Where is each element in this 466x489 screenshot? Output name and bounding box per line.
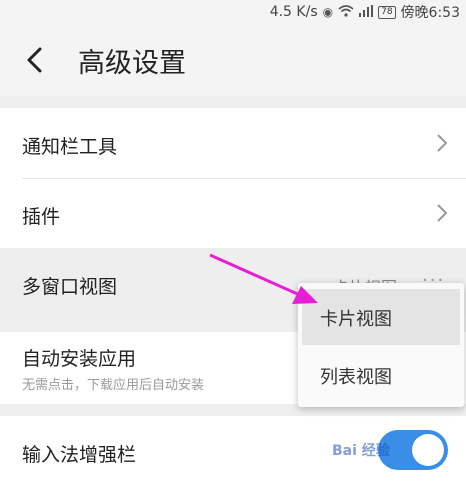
chevron-right-icon (437, 134, 448, 152)
setting-label: 输入法增强栏 (22, 444, 137, 466)
popup-menu: 卡片视图 列表视图 (298, 283, 464, 407)
setting-label: 多窗口视图 (22, 276, 118, 298)
clock: 傍晚6:53 (400, 5, 460, 21)
menu-item-list-view[interactable]: 列表视图 (302, 347, 460, 403)
setting-description: 无需点击，下载应用后自动安装 (22, 378, 205, 393)
menu-item-label: 列表视图 (320, 367, 392, 388)
setting-label: 自动安装应用 (22, 348, 137, 370)
setting-label: 插件 (22, 206, 61, 228)
status-bar: 4.5 K/s ◉ 78 傍晚6:53 (0, 0, 466, 24)
app-bar: 高级设置 (0, 24, 466, 96)
chevron-left-icon[interactable] (20, 44, 52, 76)
setting-notif-tools[interactable]: 通知栏工具 (0, 108, 466, 178)
signal-icon (359, 4, 374, 20)
toggle-knob (412, 434, 444, 466)
watermark: Bai 经验 (332, 443, 390, 459)
eye-icon: ◉ (322, 5, 334, 19)
network-speed: 4.5 K/s (269, 4, 318, 20)
setting-plugins[interactable]: 插件 (0, 179, 466, 248)
setting-label: 通知栏工具 (22, 136, 118, 158)
wifi-icon (338, 4, 354, 20)
menu-item-card-view[interactable]: 卡片视图 (302, 289, 460, 345)
page-title: 高级设置 (78, 48, 186, 79)
menu-item-label: 卡片视图 (320, 309, 392, 330)
battery-icon: 78 (378, 5, 396, 19)
chevron-right-icon (437, 204, 448, 222)
section-gap (0, 96, 466, 108)
